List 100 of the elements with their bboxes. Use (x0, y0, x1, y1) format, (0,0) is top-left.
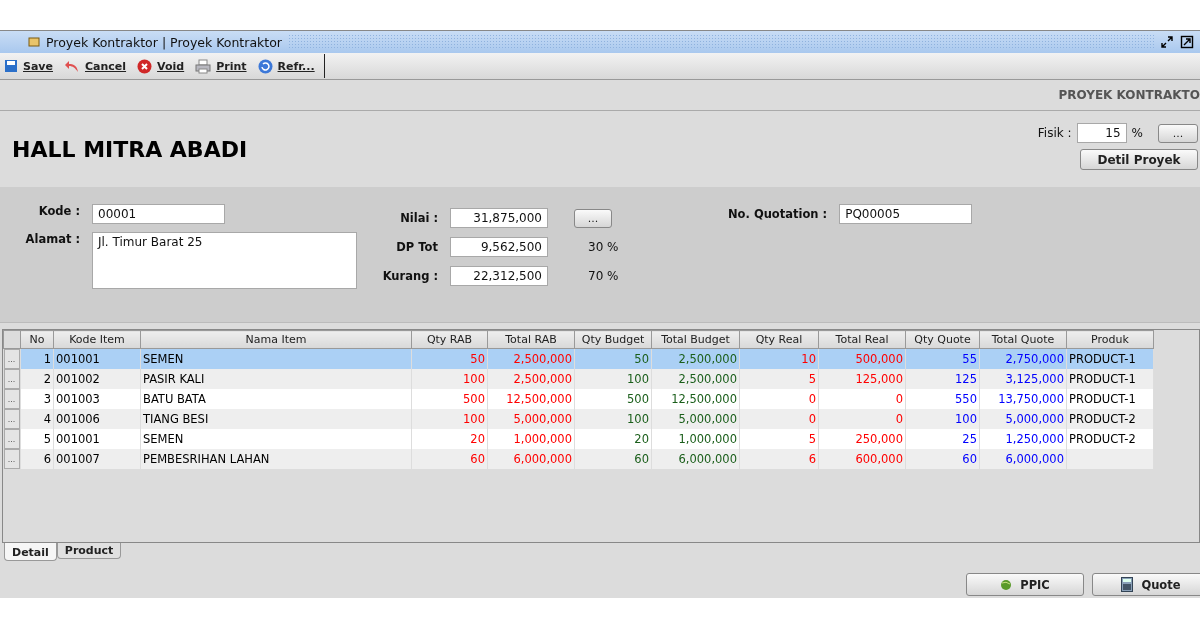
tab[interactable]: Product (56, 543, 122, 559)
table-cell: 550 (905, 389, 980, 409)
table-cell: 12,500,000 (651, 389, 740, 409)
fisik-label: Fisik : (1037, 126, 1072, 140)
table-cell: 001006 (53, 409, 141, 429)
table-cell: PRODUCT-2 (1066, 409, 1154, 429)
table-cell: 0 (818, 409, 906, 429)
maximize-icon[interactable] (1180, 35, 1194, 49)
refresh-icon (257, 58, 273, 74)
table-cell: PRODUCT-2 (1066, 429, 1154, 449)
table-cell: 5,000,000 (487, 409, 575, 429)
close-circle-icon (137, 58, 153, 74)
table-cell: BATU BATA (140, 389, 412, 409)
dp-total-field[interactable]: 9,562,500 (450, 237, 548, 257)
column-header[interactable]: Total Real (818, 330, 906, 349)
field-label: Alamat : (24, 232, 80, 246)
table-cell: 5,000,000 (979, 409, 1067, 429)
table-cell: 6 (20, 449, 54, 469)
cancel-button[interactable]: Cancel (62, 54, 136, 78)
table-cell: 5 (20, 429, 54, 449)
table-cell: 100 (574, 409, 652, 429)
kurang-field[interactable]: 22,312,500 (450, 266, 548, 286)
window-title: Proyek Kontraktor | Proyek Kontraktor (46, 34, 282, 50)
table-cell: 600,000 (818, 449, 906, 469)
column-header[interactable]: Qty Budget (574, 330, 652, 349)
column-header[interactable]: Total Quote (979, 330, 1067, 349)
table-cell: 100 (411, 409, 488, 429)
table-cell: 2 (20, 369, 54, 389)
field-label: Kode : (37, 204, 80, 218)
table-cell: 20 (574, 429, 652, 449)
table-cell: 13,750,000 (979, 389, 1067, 409)
table-cell: 125 (905, 369, 980, 389)
window-icon (28, 36, 40, 48)
table-cell: 100 (905, 409, 980, 429)
detail-project-button[interactable]: Detil Proyek (1080, 149, 1198, 170)
table-cell: PRODUCT-1 (1066, 369, 1154, 389)
tab[interactable]: Detail (4, 543, 57, 561)
browse-button[interactable]: ... (574, 208, 612, 228)
kode-field[interactable]: 00001 (92, 204, 225, 224)
table-cell: 500 (574, 389, 652, 409)
field-label: Kurang : (381, 269, 438, 283)
module-title: PROYEK KONTRAKTO (1058, 88, 1200, 102)
table-cell: 5 (739, 429, 819, 449)
column-header[interactable]: Total Budget (651, 330, 740, 349)
table-cell: PEMBESRIHAN LAHAN (140, 449, 412, 469)
column-header[interactable]: Qty Quote (905, 330, 980, 349)
quote-button[interactable]: Quote (1092, 573, 1200, 596)
percent-text: 30 % (588, 240, 619, 254)
row-button[interactable]: ... (3, 429, 20, 449)
refresh-button[interactable]: Refr... (255, 54, 325, 78)
print-button[interactable]: Print (193, 54, 256, 78)
table-cell: 20 (411, 429, 488, 449)
row-button[interactable]: ... (3, 409, 20, 429)
table-cell: 001007 (53, 449, 141, 469)
row-button[interactable]: ... (3, 449, 20, 469)
table-cell: 3,125,000 (979, 369, 1067, 389)
table-cell: 6,000,000 (651, 449, 740, 469)
save-button[interactable]: Save (2, 54, 62, 78)
table-cell: 001001 (53, 429, 141, 449)
table-cell: PASIR KALI (140, 369, 412, 389)
table-cell: 4 (20, 409, 54, 429)
table-cell: 6 (739, 449, 819, 469)
restore-icon[interactable] (1160, 35, 1174, 49)
fisik-field[interactable]: 15 (1076, 123, 1127, 143)
table-cell: 0 (818, 389, 906, 409)
table-cell: 12,500,000 (487, 389, 575, 409)
void-button[interactable]: Void (135, 54, 194, 78)
address-field[interactable]: Jl. Timur Barat 25 (92, 232, 357, 289)
quotation-field[interactable]: PQ00005 (839, 204, 973, 224)
ppic-button[interactable]: PPIC (966, 573, 1084, 596)
column-header[interactable]: Qty Real (739, 330, 819, 349)
column-header[interactable]: Total RAB (487, 330, 575, 349)
table-cell: 0 (739, 389, 819, 409)
row-button[interactable]: ... (3, 389, 20, 409)
row-button[interactable]: ... (3, 349, 20, 369)
undo-arrow-icon (64, 59, 80, 73)
column-header[interactable]: Produk (1066, 330, 1154, 349)
table-cell: 0 (739, 409, 819, 429)
browse-button[interactable]: ... (1158, 123, 1198, 143)
table-cell: 60 (411, 449, 488, 469)
column-header[interactable]: Qty RAB (411, 330, 488, 349)
table-cell: 125,000 (818, 369, 906, 389)
column-header[interactable]: Kode Item (53, 330, 141, 349)
table-cell: 1,250,000 (979, 429, 1067, 449)
column-header[interactable]: Nama Item (140, 330, 412, 349)
printer-icon (195, 58, 212, 74)
globe-icon (1000, 578, 1013, 591)
column-header[interactable]: No (20, 330, 54, 349)
table-cell: 500 (411, 389, 488, 409)
field-label: No. Quotation : (728, 207, 828, 221)
project-name: HALL MITRA ABADI (12, 137, 248, 162)
row-button[interactable]: ... (3, 369, 20, 389)
table-cell: 3 (20, 389, 54, 409)
table-cell: 2,500,000 (651, 369, 740, 389)
nilai-field[interactable]: 31,875,000 (450, 208, 548, 228)
table-cell: 1,000,000 (487, 429, 575, 449)
table-cell: 25 (905, 429, 980, 449)
table-cell: PRODUCT-1 (1066, 389, 1154, 409)
table-cell: 100 (411, 369, 488, 389)
table-cell: 2,500,000 (487, 369, 575, 389)
